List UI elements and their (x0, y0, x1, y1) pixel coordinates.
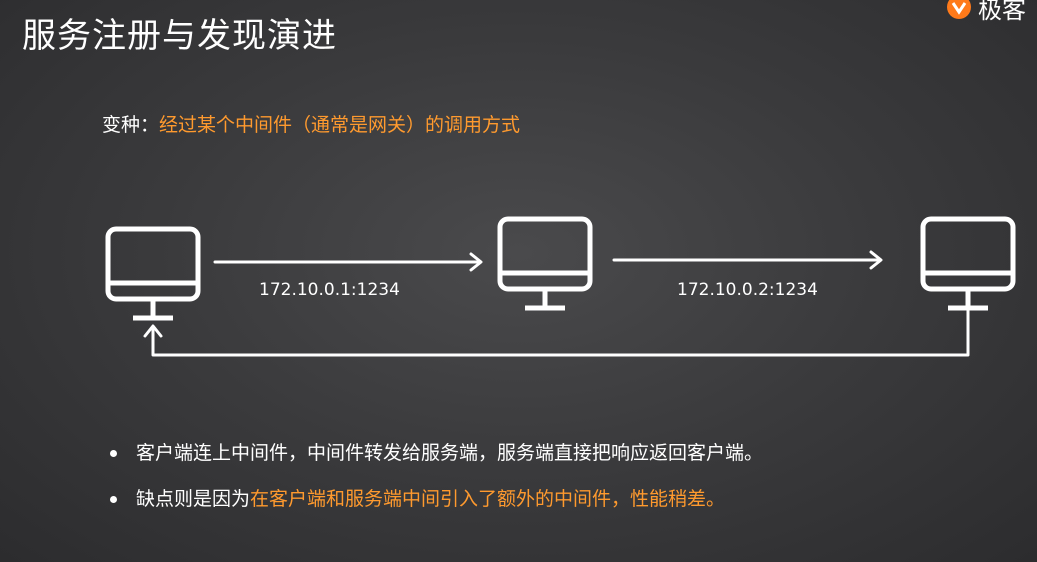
monitor-icon (105, 226, 201, 321)
bullet-highlight: 在客户端和服务端中间引入了额外的中间件，性能稍差。 (250, 488, 726, 510)
monitor-icon (920, 216, 1016, 311)
response-arrow (143, 308, 970, 357)
bullet-list: 客户端连上中间件，中间件转发给服务端，服务端直接把响应返回客户端。 缺点则是因为… (106, 440, 763, 532)
forward-arrow (612, 250, 883, 270)
bullet-dot-icon (110, 450, 117, 457)
bullet-text: 客户端连上中间件，中间件转发给服务端，服务端直接把响应返回客户端。 (136, 442, 764, 464)
hop-address-2: 172.10.0.2:1234 (677, 280, 818, 300)
list-item: 缺点则是因为在客户端和服务端中间引入了额外的中间件，性能稍差。 (106, 486, 763, 512)
monitor-icon (497, 216, 593, 311)
hop-address-1: 172.10.0.1:1234 (259, 280, 400, 300)
list-item: 客户端连上中间件，中间件转发给服务端，服务端直接把响应返回客户端。 (106, 440, 763, 466)
bullet-dot-icon (110, 496, 117, 503)
bullet-text: 缺点则是因为 (136, 488, 251, 510)
request-arrow (213, 252, 483, 272)
